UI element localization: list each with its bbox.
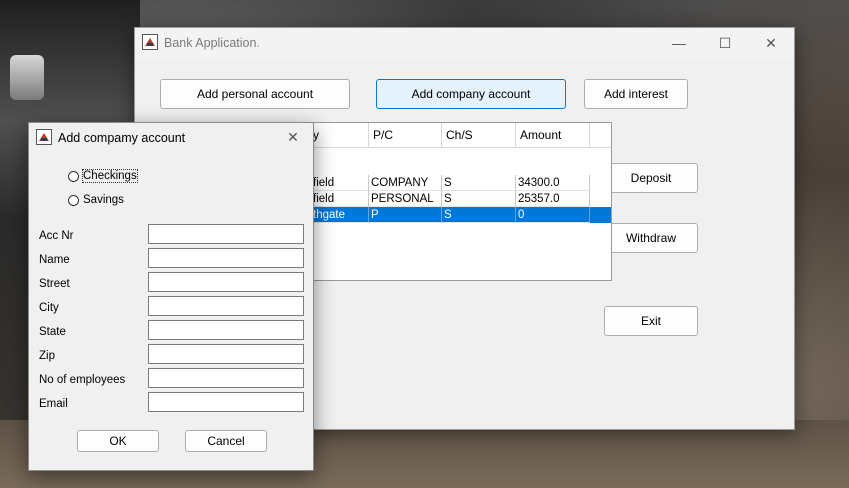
ok-button[interactable]: OK — [77, 430, 159, 452]
main-window-title: Bank Application. — [164, 36, 260, 50]
radio-circle[interactable] — [68, 194, 79, 206]
close-button[interactable]: ✕ — [748, 28, 794, 58]
street-field[interactable] — [148, 272, 304, 292]
acc-nr-label: Acc Nr — [39, 230, 74, 242]
cell-chs: S — [442, 207, 516, 223]
radio-circle[interactable] — [68, 170, 79, 182]
column-header-chs[interactable]: Ch/S — [442, 123, 516, 147]
dialog-close-button[interactable]: ✕ — [275, 123, 311, 151]
column-header-pc[interactable]: P/C — [369, 123, 442, 147]
add-interest-button[interactable]: Add interest — [584, 79, 688, 109]
employees-label: No of employees — [39, 374, 126, 386]
checkings-label[interactable]: Checkings — [82, 169, 138, 183]
state-field[interactable] — [148, 320, 304, 340]
state-label: State — [39, 326, 66, 338]
street-label: Street — [39, 278, 70, 290]
add-company-account-dialog: Add compamy account ✕ Checkings Savings … — [28, 122, 314, 471]
deposit-button[interactable]: Deposit — [604, 163, 698, 193]
withdraw-button[interactable]: Withdraw — [604, 223, 698, 253]
city-label: City — [39, 302, 59, 314]
savings-radio[interactable]: Savings — [68, 194, 124, 206]
cell-chs: S — [442, 175, 516, 191]
employees-field[interactable] — [148, 368, 304, 388]
email-field[interactable] — [148, 392, 304, 412]
cell-pc: P — [369, 207, 442, 223]
acc-nr-field[interactable] — [148, 224, 304, 244]
dialog-title: Add compamy account — [58, 131, 186, 145]
maximize-button[interactable]: ☐ — [702, 28, 748, 58]
background-headlight — [10, 55, 44, 100]
cell-pc: PERSONAL — [369, 191, 442, 207]
checkings-radio[interactable]: Checkings — [68, 169, 138, 183]
java-app-icon — [142, 34, 158, 50]
zip-field[interactable] — [148, 344, 304, 364]
column-header-amount[interactable]: Amount — [516, 123, 590, 147]
city-field[interactable] — [148, 296, 304, 316]
zip-label: Zip — [39, 350, 55, 362]
main-titlebar: Bank Application. — ☐ ✕ — [135, 28, 794, 58]
minimize-button[interactable]: — — [656, 28, 702, 58]
cell-amount: 34300.0 — [516, 175, 590, 191]
java-app-icon — [36, 129, 52, 145]
name-field[interactable] — [148, 248, 304, 268]
savings-label[interactable]: Savings — [83, 194, 124, 206]
name-label: Name — [39, 254, 70, 266]
exit-button[interactable]: Exit — [604, 306, 698, 336]
cell-chs: S — [442, 191, 516, 207]
add-company-account-button[interactable]: Add company account — [376, 79, 566, 109]
cell-pc: COMPANY — [369, 175, 442, 191]
email-label: Email — [39, 398, 68, 410]
cell-amount: 0 — [516, 207, 590, 223]
cancel-button[interactable]: Cancel — [185, 430, 267, 452]
add-personal-account-button[interactable]: Add personal account — [160, 79, 350, 109]
cell-amount: 25357.0 — [516, 191, 590, 207]
